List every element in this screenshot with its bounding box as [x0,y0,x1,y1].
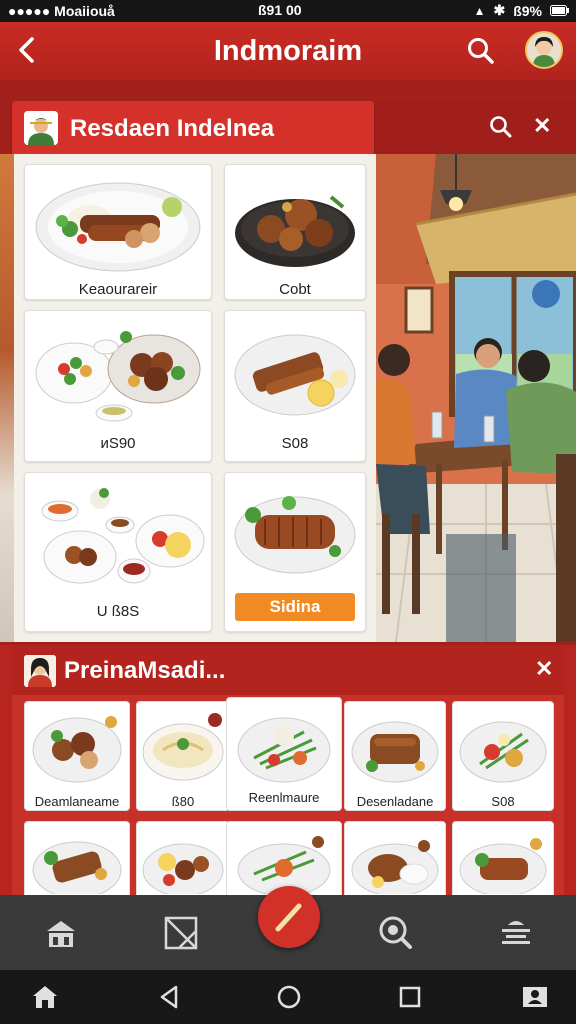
recommendations-header: PreinaMsadi... ✕ [12,645,564,695]
battery-icon [550,5,569,16]
recommendation-card[interactable]: Reenlmaure [226,697,342,811]
restaurant-header: Resdaen Indelnea [12,101,374,154]
menu-item-card[interactable]: Sidina [224,472,366,632]
home-circle-icon[interactable] [274,982,304,1012]
status-icons: ▲ ✱ ß9% [474,2,570,19]
edit-fab-button[interactable] [258,886,320,948]
recommendation-card[interactable]: S08 [452,701,554,811]
food-image [459,838,547,894]
food-image [35,331,201,422]
search-icon[interactable] [488,114,514,140]
recommendation-card[interactable] [24,821,130,895]
food-image [142,843,224,894]
menu-item-card[interactable]: S08 [224,310,366,462]
food-image [32,841,122,894]
battery-percent: ß9% [513,2,542,19]
recommendation-card[interactable] [452,821,554,895]
status-bar: ●●●●● Moaiiouå ß91 00 ▲ ✱ ß9% [0,0,576,22]
carrier-text: ●●●●● Moaiiouå [8,3,115,19]
back-triangle-icon[interactable] [155,982,185,1012]
signal-icon: ▲ [473,3,486,18]
recommendation-label: Reenlmaure [248,790,320,805]
location-icon[interactable] [378,915,414,951]
clock: ß91 00 [258,2,302,18]
recommendations-thumbnail [24,655,56,687]
menu-item-label: Cobt [279,281,311,298]
recommendation-label: S08 [491,794,515,809]
food-image [32,716,122,783]
restaurant-logo [24,111,58,145]
search-icon[interactable] [466,36,496,66]
recommendations-grid: Deamlaneame ß80 Reenlmaure Desenladane S… [12,695,564,895]
menu-item-card[interactable]: Cobt [224,164,366,300]
food-image [351,721,439,783]
food-image [459,721,547,783]
pencil-icon [275,903,302,932]
person-icon [527,33,561,67]
image-icon[interactable] [163,915,199,951]
menu-grid: Keaourareir Cobt ᴎS90 S08 U ß8S Sidina [14,154,376,642]
bluetooth-icon: ✱ [493,2,506,18]
restaurant-photo-edge [0,154,14,642]
order-button[interactable]: Sidina [235,593,355,621]
recommendation-label: ß80 [171,794,195,809]
recommendation-card[interactable]: Desenladane [344,701,446,811]
menu-item-label: S08 [281,435,309,452]
food-image [235,195,355,267]
avatar[interactable] [525,31,563,69]
food-image [237,836,331,894]
recommendations-title: PreinaMsadi... [64,657,226,684]
app-bar: Indmoraim [0,22,576,80]
menu-item-label: Keaourareir [78,281,158,298]
food-image [234,334,356,416]
menu-item-card[interactable]: U ß8S [24,472,212,632]
recommendation-label: Desenladane [356,794,434,809]
food-image [35,182,201,272]
restaurant-title: Resdaen Indelnea [70,115,275,142]
recommendation-card[interactable]: ß80 [136,701,230,811]
close-icon[interactable]: ✕ [535,656,553,682]
recommendation-card[interactable]: Deamlaneame [24,701,130,811]
recommendation-card[interactable] [344,821,446,895]
home-icon[interactable] [30,982,60,1012]
account-icon[interactable] [498,915,534,951]
food-image [41,488,205,584]
recommendation-card[interactable] [226,821,342,895]
restaurant-actions: ✕ [376,101,576,154]
menu-item-card[interactable]: ᴎS90 [24,310,212,462]
food-image [142,713,224,781]
menu-item-label: U ß8S [96,603,140,620]
recent-apps-icon[interactable] [395,982,425,1012]
recommendation-label: Deamlaneame [34,794,120,809]
profile-card-icon[interactable] [520,982,550,1012]
menu-item-card[interactable]: Keaourareir [24,164,212,300]
home-icon[interactable] [43,915,79,951]
menu-item-label: ᴎS90 [100,435,136,452]
recommendation-card[interactable] [136,821,230,895]
food-image [237,717,331,783]
restaurant-scene-image [376,154,576,642]
system-navigation-bar [0,970,576,1024]
food-image [351,840,439,894]
food-image [234,496,356,574]
close-icon[interactable]: ✕ [533,113,551,139]
